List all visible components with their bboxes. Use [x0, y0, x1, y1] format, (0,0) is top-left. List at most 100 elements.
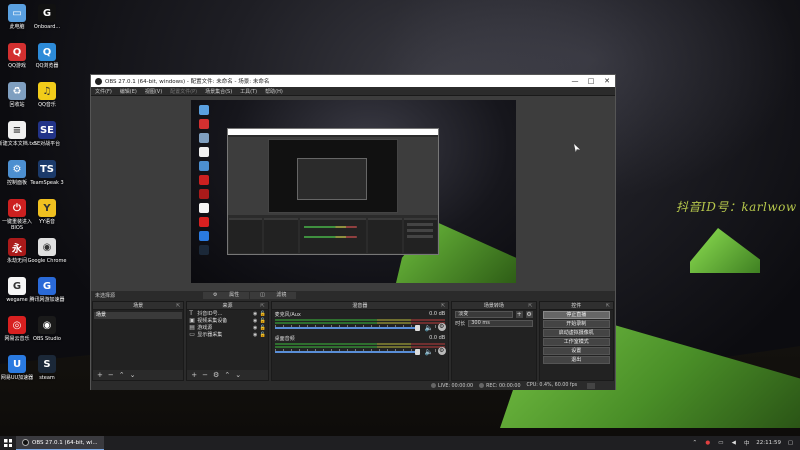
desktop-icon[interactable]: Y YY语音 — [27, 199, 67, 225]
speaker-icon[interactable]: 🔈 — [425, 348, 434, 356]
down-icon[interactable]: ⌄ — [130, 371, 136, 379]
rec-status: REC: 00:00:00 — [479, 382, 521, 389]
control-button[interactable]: 退出 — [542, 356, 610, 364]
control-button[interactable]: 启动虚拟摄像机 — [542, 329, 610, 337]
volume-fader[interactable] — [274, 327, 419, 329]
dock-float-icon[interactable]: ⇱ — [260, 302, 264, 310]
obs-titlebar[interactable]: OBS 27.0.1 (64-bit, windows) - 配置文件: 未命名… — [91, 75, 615, 87]
duration-input[interactable]: 300 ms — [468, 320, 533, 327]
settings-icon[interactable]: ⚙ — [213, 371, 219, 379]
menu-item[interactable]: 场景集合(S) — [205, 88, 232, 95]
menu-item[interactable]: 文件(F) — [95, 88, 112, 95]
desktop-icon-label: QQ浏览器 — [35, 63, 59, 69]
scenes-header: 场景 ⇱ — [93, 302, 184, 310]
desktop-icon[interactable]: ♫ QQ音乐 — [27, 82, 67, 108]
fader-knob[interactable] — [414, 349, 420, 355]
ime-icon[interactable]: 中 — [743, 440, 750, 447]
close-icon[interactable]: ✕ — [599, 77, 615, 85]
eye-icon[interactable]: ◉ — [251, 332, 260, 338]
preview-canvas[interactable] — [191, 100, 516, 283]
lock-icon[interactable]: 🔓 — [260, 311, 266, 317]
lock-icon[interactable]: 🔓 — [260, 332, 266, 338]
control-button[interactable]: 开始录制 — [542, 320, 610, 328]
add-icon[interactable]: + — [191, 371, 197, 379]
green-tent-small — [690, 228, 760, 273]
add-icon[interactable]: + — [515, 311, 523, 318]
volume-meter — [274, 343, 446, 345]
minimize-icon[interactable]: — — [567, 77, 583, 85]
fader-knob[interactable] — [414, 325, 420, 331]
source-item[interactable]: T 抖音ID号... ◉ 🔓 — [187, 310, 267, 317]
sources-list: T 抖音ID号... ◉ 🔓 ▣ 视频采集设备 ◉ 🔓 ▤ 游戏源 ◉ 🔓 ▭ 显示器采集 ◉ 🔓 — [187, 310, 267, 338]
volume-icon[interactable]: ◀ — [730, 440, 737, 447]
lock-icon[interactable]: 🔓 — [260, 325, 266, 331]
channel-name: 麦克风/Aux — [274, 312, 301, 318]
menu-item[interactable]: 视图(V) — [145, 88, 162, 95]
remove-icon[interactable]: − — [202, 371, 208, 379]
preview-desktop-icons — [193, 102, 215, 259]
app-icon: Q — [38, 43, 56, 61]
source-type-icon: ▭ — [189, 331, 195, 338]
app-icon: ◉ — [38, 238, 56, 256]
volume-meter — [274, 346, 446, 348]
start-button[interactable] — [0, 436, 16, 450]
menu-item[interactable]: 编辑(E) — [120, 88, 137, 95]
dock-float-icon[interactable]: ⇱ — [176, 302, 180, 310]
gear-icon[interactable]: ⚙ — [437, 347, 446, 355]
volume-fader[interactable] — [274, 351, 419, 353]
up-icon[interactable]: ⌃ — [224, 371, 230, 379]
source-item[interactable]: ▭ 显示器采集 ◉ 🔓 — [187, 331, 267, 338]
network-icon[interactable]: ▭ — [717, 440, 724, 447]
desktop-icon[interactable]: SE SE对战平台 — [27, 121, 67, 147]
desktop-icon[interactable]: G Onboard... — [27, 4, 67, 30]
remove-icon[interactable]: − — [108, 371, 114, 379]
cpu-status: CPU: 0.4%, 60.00 fps — [526, 383, 578, 388]
tab-filters[interactable]: ◫ 滤镜 — [250, 292, 297, 299]
gear-icon[interactable]: ⚙ — [437, 323, 446, 331]
down-icon[interactable]: ⌄ — [235, 371, 241, 379]
taskbar: OBS 27.0.1 (64-bit, wi... ⌃ ● ▭ ◀ 中 22:1… — [0, 436, 800, 450]
status-bar: LIVE: 00:00:00 REC: 00:00:00 CPU: 0.4%, … — [91, 381, 615, 390]
desktop-icon[interactable]: G 腾讯网游加速器 — [27, 277, 67, 303]
speaker-icon[interactable]: 🔈 — [425, 324, 434, 332]
menu-item[interactable]: 配置文件(P) — [170, 88, 197, 95]
desktop-icon[interactable]: Q QQ浏览器 — [27, 43, 67, 69]
control-button[interactable]: 工作室模式 — [542, 338, 610, 346]
desktop-icon[interactable]: TS TeamSpeak 3 — [27, 160, 67, 186]
add-icon[interactable]: + — [97, 371, 103, 379]
control-button[interactable]: 设置 — [542, 347, 610, 355]
duration-label: 时长 — [455, 321, 466, 327]
settings-icon[interactable]: ⚙ — [525, 311, 533, 318]
desktop-icon[interactable]: Ssteam — [27, 355, 67, 381]
dock-float-icon[interactable]: ⇱ — [441, 302, 445, 310]
eye-icon[interactable]: ◉ — [251, 318, 260, 324]
control-button[interactable]: 停止直播 — [542, 311, 610, 319]
taskbar-obs-item[interactable]: OBS 27.0.1 (64-bit, wi... — [16, 436, 104, 450]
maximize-icon[interactable]: □ — [583, 77, 599, 85]
scenes-dock: 场景 ⇱ 场景 + − ⌃ ⌄ — [92, 301, 185, 381]
mic-icon[interactable]: ● — [704, 440, 711, 447]
dock-float-icon[interactable]: ⇱ — [528, 302, 532, 310]
eye-icon[interactable]: ◉ — [251, 311, 260, 317]
menu-item[interactable]: 工具(T) — [240, 88, 257, 95]
menu-item[interactable]: 帮助(H) — [265, 88, 283, 95]
eye-icon[interactable]: ◉ — [251, 325, 260, 331]
app-icon: G — [8, 277, 26, 295]
dock-float-icon[interactable]: ⇱ — [606, 302, 610, 310]
notification-icon[interactable]: ▢ — [787, 440, 794, 447]
up-icon[interactable]: ⌃ — [119, 371, 125, 379]
desktop-icon[interactable]: ◉ OBS Studio — [27, 316, 67, 342]
desktop-icon[interactable]: ◉ Google Chrome — [27, 238, 67, 264]
app-icon: G — [38, 4, 56, 22]
source-item[interactable]: ▤ 游戏源 ◉ 🔓 — [187, 324, 267, 331]
transition-select[interactable]: 淡变 — [455, 311, 513, 318]
sources-dock: 来源 ⇱ T 抖音ID号... ◉ 🔓 ▣ 视频采集设备 ◉ 🔓 ▤ 游戏源 ◉ 🔓 ▭ 显示器采集 ◉ 🔓 +… — [186, 301, 269, 381]
clock[interactable]: 22:11:59 — [756, 440, 781, 446]
chevron-up-icon[interactable]: ⌃ — [691, 440, 698, 447]
source-item[interactable]: ▣ 视频采集设备 ◉ 🔓 — [187, 317, 267, 324]
source-type-icon: T — [189, 310, 193, 317]
source-type-icon: ▣ — [189, 317, 195, 324]
scene-item[interactable]: 场景 — [94, 312, 183, 319]
lock-icon[interactable]: 🔓 — [260, 318, 266, 324]
tab-properties[interactable]: ⚙ 属性 — [203, 292, 250, 299]
